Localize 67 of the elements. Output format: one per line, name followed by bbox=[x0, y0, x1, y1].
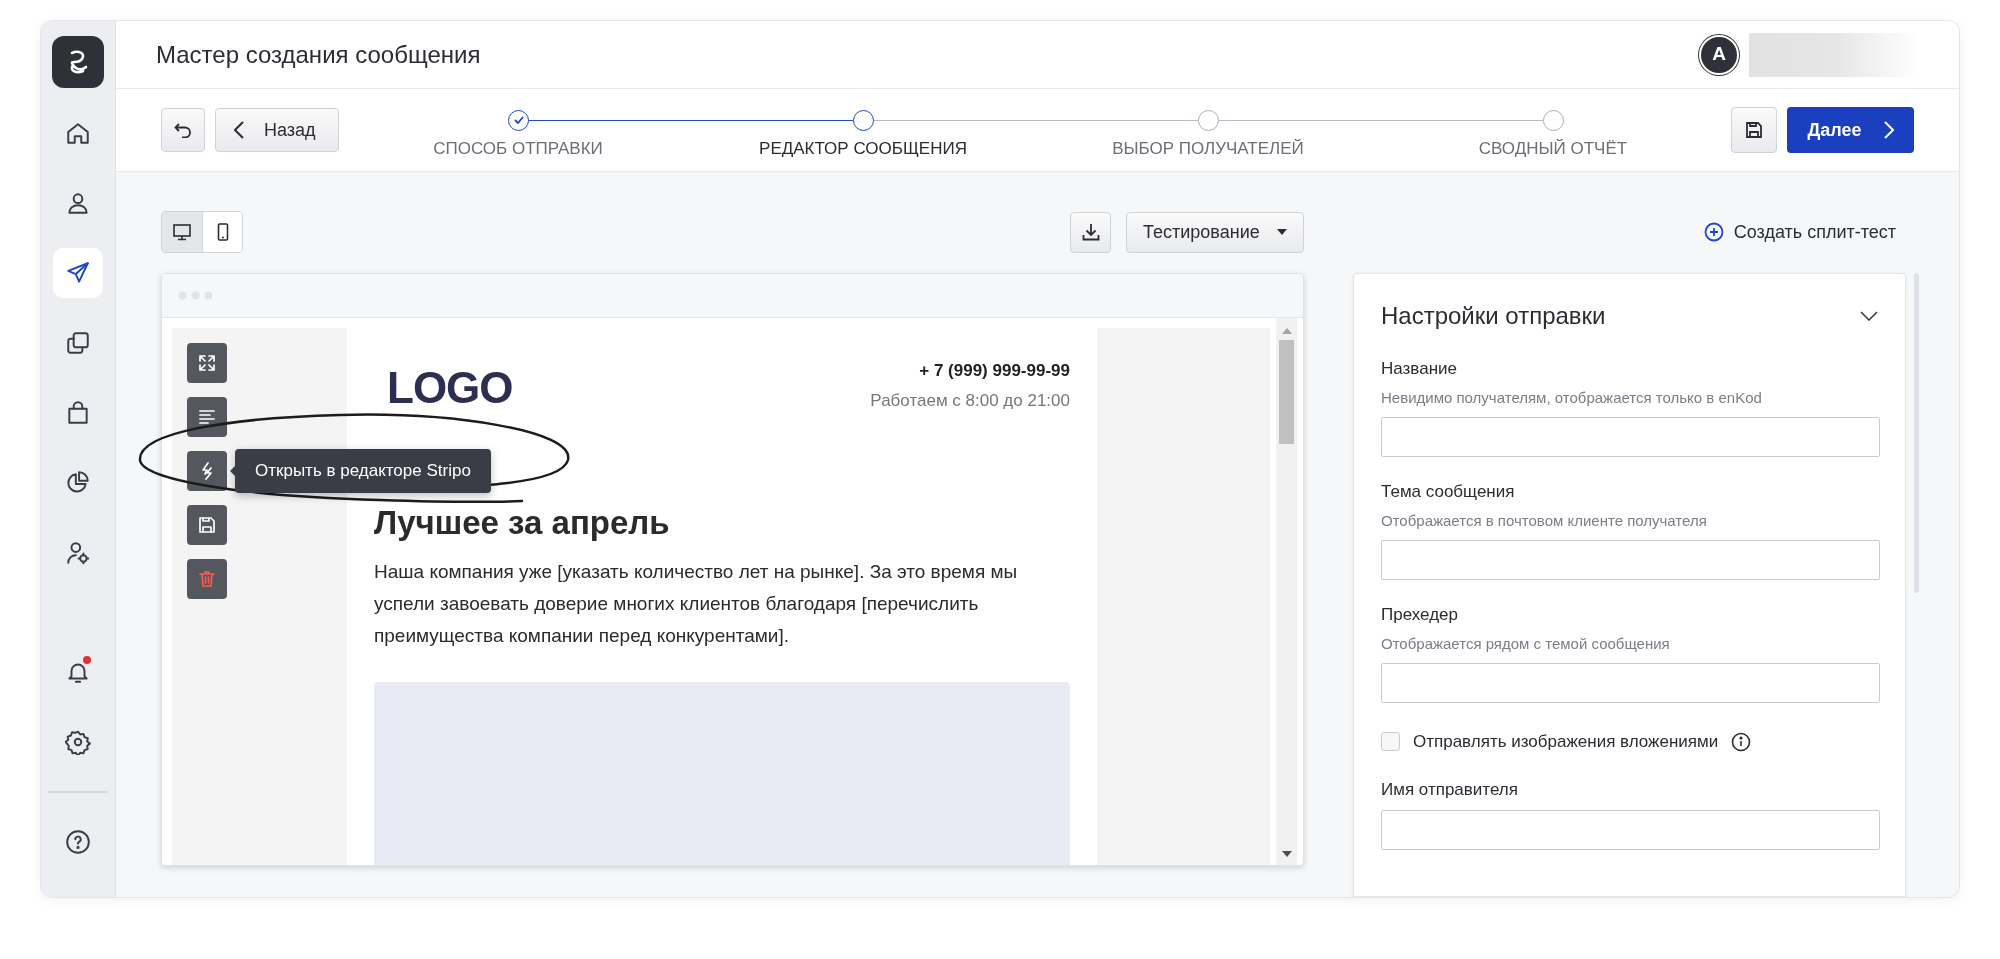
split-test-link[interactable]: Создать сплит-тест bbox=[1703, 218, 1896, 246]
field-hint: Отображается в почтовом клиенте получателя bbox=[1381, 510, 1708, 531]
undo-icon bbox=[174, 122, 192, 138]
avatar[interactable]: А bbox=[1699, 34, 1739, 75]
desktop-view-button[interactable] bbox=[162, 212, 202, 252]
text-field[interactable] bbox=[1381, 663, 1880, 703]
scrollbar[interactable] bbox=[1276, 318, 1297, 865]
user-icon bbox=[65, 190, 91, 216]
tool-button[interactable] bbox=[187, 451, 227, 491]
text-align-icon bbox=[197, 407, 217, 427]
step-label: РЕДАКТОР СООБЩЕНИЯ bbox=[759, 137, 967, 160]
save-icon bbox=[1745, 121, 1763, 139]
field-label: Название bbox=[1381, 358, 1458, 380]
app-logo[interactable] bbox=[52, 36, 104, 88]
step-label: СПОСОБ ОТПРАВКИ bbox=[433, 137, 603, 160]
settings-icon bbox=[65, 729, 91, 755]
chevron-down-icon[interactable] bbox=[1860, 311, 1878, 321]
check-icon bbox=[513, 116, 524, 124]
working-hours: Работаем с 8:00 до 21:00 bbox=[870, 389, 1070, 412]
phone-icon bbox=[216, 223, 229, 241]
logo: LOGO bbox=[387, 366, 513, 410]
tooltip-pointer bbox=[230, 466, 235, 476]
pie-chart-icon bbox=[65, 470, 91, 496]
chevron-left-icon bbox=[234, 121, 244, 139]
scroll-down-icon[interactable] bbox=[1281, 851, 1292, 857]
phone-number: + 7 (999) 999-99-99 bbox=[919, 360, 1070, 382]
plus-circle-icon bbox=[1703, 222, 1724, 242]
field-hint: Отображается рядом с темой сообщения bbox=[1381, 633, 1671, 654]
field-label: Имя отправителя bbox=[1381, 778, 1519, 801]
download-icon bbox=[1081, 223, 1100, 241]
field-hint: Невидимо получателям, отображается только в enKod bbox=[1381, 387, 1763, 408]
bag-icon bbox=[65, 400, 91, 426]
step-label: СВОДНЫЙ ОТЧЁТ bbox=[1478, 137, 1628, 160]
email-body: Наша компания уже [указать количество лет на рынке]. За это время мы успели завоевать доверие многих клиентов благодаря [перечислить преимущества компании перед конкурентами]. bbox=[374, 559, 1019, 648]
email-heading: Лучшее за апрель bbox=[374, 503, 671, 543]
info-icon[interactable] bbox=[1731, 731, 1752, 752]
home-icon bbox=[65, 120, 91, 146]
panel-title: Настройки отправки bbox=[1381, 301, 1606, 331]
field-label: Тема сообщения bbox=[1381, 481, 1516, 503]
step-label: ВЫБОР ПОЛУЧАТЕЛЕЙ bbox=[1112, 137, 1304, 160]
text-field[interactable] bbox=[1381, 417, 1880, 457]
help-icon bbox=[65, 829, 91, 855]
back-button[interactable]: Назад bbox=[215, 108, 339, 152]
chevron-right-icon bbox=[1883, 121, 1894, 139]
caret-icon bbox=[1277, 229, 1287, 235]
testing-dropdown[interactable]: Тестирование bbox=[1126, 211, 1304, 253]
tool-button[interactable] bbox=[187, 397, 227, 437]
scroll-thumb[interactable] bbox=[1279, 340, 1294, 444]
text-field[interactable] bbox=[1381, 540, 1880, 580]
expand-icon bbox=[197, 353, 217, 373]
user-gear-icon bbox=[65, 540, 91, 566]
send-icon bbox=[65, 260, 91, 286]
monitor-icon bbox=[173, 223, 191, 241]
checkbox[interactable] bbox=[1381, 732, 1400, 752]
download-button[interactable] bbox=[1070, 211, 1111, 253]
save-button[interactable] bbox=[1731, 107, 1777, 153]
text-field[interactable] bbox=[1381, 810, 1880, 850]
page-title: Мастер создания сообщения bbox=[156, 39, 481, 70]
next-button[interactable]: Далее bbox=[1787, 107, 1914, 153]
trash-icon bbox=[197, 569, 217, 589]
undo-button[interactable] bbox=[161, 108, 205, 152]
mobile-view-button[interactable] bbox=[202, 212, 242, 252]
nav-item[interactable] bbox=[53, 248, 103, 298]
checkbox-label: Отправлять изображения вложениями bbox=[1413, 731, 1719, 753]
save-icon bbox=[197, 515, 217, 535]
copy-icon bbox=[65, 330, 91, 356]
field-label: Прехедер bbox=[1381, 604, 1459, 626]
